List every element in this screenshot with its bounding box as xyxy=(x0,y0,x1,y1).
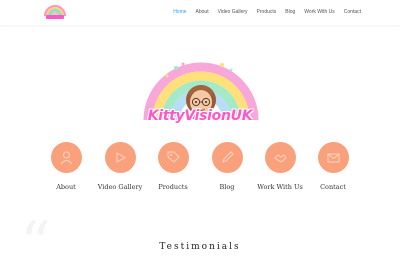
circle-button[interactable] xyxy=(50,142,82,173)
site-logo[interactable] xyxy=(42,4,68,20)
circle-button[interactable] xyxy=(264,142,296,173)
circle-label[interactable]: Products xyxy=(143,183,203,191)
main-nav: Home About Video Gallery Products Blog W… xyxy=(173,9,361,16)
circle-label[interactable]: About xyxy=(36,183,96,191)
pen-icon xyxy=(221,151,234,163)
rainbow-icon xyxy=(143,62,259,121)
hero-logo xyxy=(136,58,266,136)
circle-label[interactable]: Video Gallery xyxy=(90,183,150,191)
feature-circles: About Video Gallery Products Blog Work W… xyxy=(0,142,400,194)
circle-label[interactable]: Contact xyxy=(303,183,363,191)
nav-contact[interactable]: Contact xyxy=(344,9,361,16)
handshake-icon xyxy=(273,154,287,163)
nav-blog[interactable]: Blog xyxy=(285,9,295,16)
testimonials-heading: Testimonials xyxy=(159,242,241,252)
tag-icon xyxy=(167,151,180,163)
circle-button[interactable] xyxy=(211,142,243,173)
nav-products[interactable]: Products xyxy=(257,9,277,16)
quote-mark-icon: “ xyxy=(20,209,51,279)
circle-label[interactable]: Work With Us xyxy=(250,183,310,191)
video-icon xyxy=(116,152,126,163)
user-icon xyxy=(60,151,72,165)
nav-about[interactable]: About xyxy=(196,9,209,16)
nav-work-with-us[interactable]: Work With Us xyxy=(304,9,334,16)
circle-products[interactable]: Products xyxy=(143,142,203,191)
nav-video-gallery[interactable]: Video Gallery xyxy=(218,9,248,16)
circle-contact[interactable]: Contact xyxy=(303,142,363,191)
circle-button[interactable] xyxy=(157,142,189,173)
rainbow-logo-icon xyxy=(44,5,66,19)
circle-button[interactable] xyxy=(104,142,136,173)
hero-title: KittyVisionUK xyxy=(147,108,253,124)
circle-label[interactable]: Blog xyxy=(197,183,257,191)
circle-button[interactable] xyxy=(317,142,349,173)
circle-video-gallery[interactable]: Video Gallery xyxy=(90,142,150,191)
mail-icon xyxy=(327,153,339,163)
circle-work-with-us[interactable]: Work With Us xyxy=(250,142,310,191)
circle-blog[interactable]: Blog xyxy=(197,142,257,191)
circle-about[interactable]: About xyxy=(36,142,96,191)
site-header: Home About Video Gallery Products Blog W… xyxy=(0,0,400,25)
nav-home[interactable]: Home xyxy=(173,9,186,16)
